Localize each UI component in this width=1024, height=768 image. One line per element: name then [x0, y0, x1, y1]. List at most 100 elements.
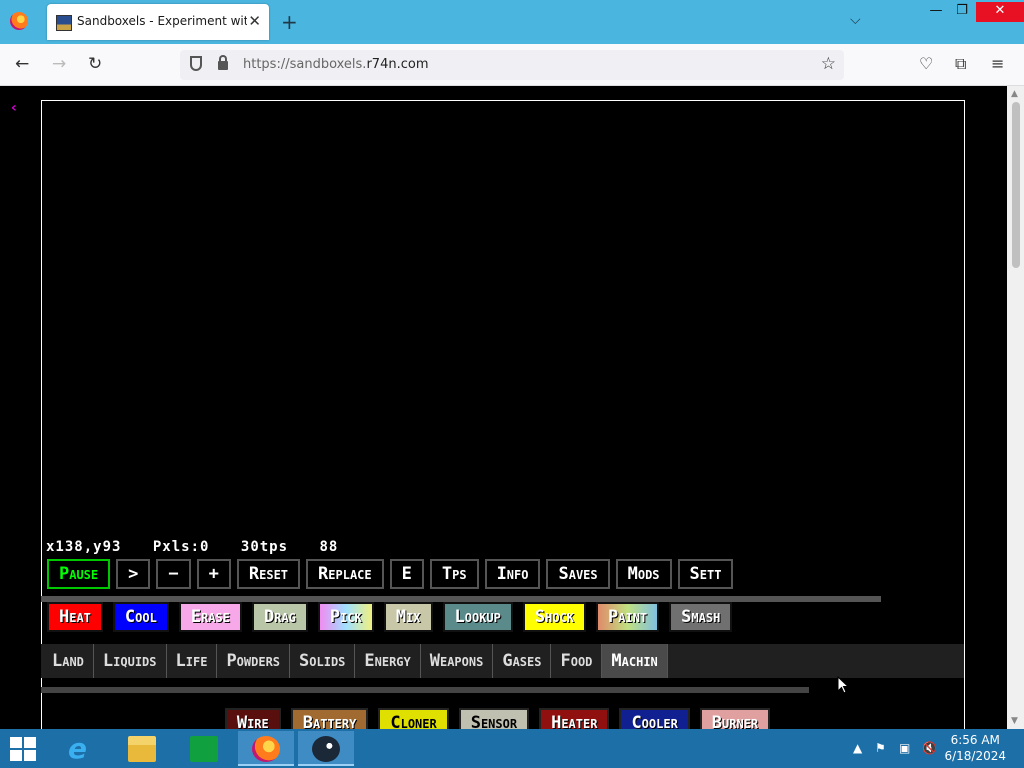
control-button-row: Pause > − + Reset Replace E Tps Info Saves Mods Set…	[41, 559, 964, 591]
paint-tool-button[interactable]: Paint	[596, 602, 660, 632]
category-tab-weapons[interactable]: Weapons	[421, 644, 494, 678]
info-button[interactable]: Info	[484, 559, 541, 589]
store-bag-icon	[190, 736, 218, 762]
category-tab-powders[interactable]: Powders	[217, 644, 291, 678]
list-tabs-chevron-icon[interactable]: ⌵	[850, 12, 861, 28]
page-back-chevron-icon[interactable]: ‹	[11, 100, 17, 116]
element-cloner-button[interactable]: Cloner	[378, 708, 449, 729]
tps-button[interactable]: Tps	[429, 559, 479, 589]
brush-size-minus-button[interactable]: −	[156, 559, 191, 589]
close-window-icon[interactable]: ✕	[976, 2, 1024, 22]
minimize-window-icon[interactable]: —	[922, 2, 950, 22]
replace-button[interactable]: Replace	[306, 559, 384, 589]
page-scrollbar-thumb[interactable]	[1012, 102, 1020, 268]
lock-icon[interactable]	[218, 55, 228, 70]
network-icon[interactable]: ▣	[899, 741, 910, 755]
clock-time: 6:56 AM	[950, 733, 1000, 747]
windows-taskbar: e ▲ ⚑ ▣ 🔇 6:56 AM 6/18/2024	[0, 729, 1024, 768]
category-tab-liquids[interactable]: Liquids	[94, 644, 167, 678]
brush-size-plus-button[interactable]: +	[196, 559, 231, 589]
restore-window-icon[interactable]: ❐	[948, 2, 976, 22]
system-clock[interactable]: 6:56 AM 6/18/2024	[944, 732, 1006, 764]
pixel-count: Pxls:0	[152, 539, 210, 555]
element-battery-button[interactable]: Battery	[290, 708, 369, 729]
steam-icon	[312, 736, 340, 762]
clock-date: 6/18/2024	[944, 749, 1006, 763]
category-tab-solids[interactable]: Solids	[290, 644, 356, 678]
shock-tool-button[interactable]: Shock	[522, 602, 587, 632]
address-bar[interactable]: https://sandboxels.r74n.com ☆	[180, 50, 844, 80]
element-buttons-row: Wire Battery Cloner Sensor Heater Cooler Burne…	[41, 708, 964, 729]
brush-info: 88	[319, 539, 339, 555]
url-text[interactable]: https://sandboxels.r74n.com	[243, 57, 428, 72]
smash-tool-button[interactable]: Smash	[669, 602, 733, 632]
reload-icon[interactable]: ↻	[88, 54, 102, 74]
site-favicon-icon	[56, 15, 72, 31]
category-scrollbar[interactable]	[41, 687, 809, 693]
element-sensor-button[interactable]: Sensor	[458, 708, 530, 729]
action-center-flag-icon[interactable]: ⚑	[875, 741, 886, 755]
firefox-icon	[252, 736, 280, 762]
tab-close-icon[interactable]: ✕	[248, 12, 261, 30]
tools-scrollbar[interactable]	[41, 596, 881, 602]
settings-button[interactable]: Sett	[677, 559, 734, 589]
category-tab-energy[interactable]: Energy	[355, 644, 421, 678]
mods-button[interactable]: Mods	[615, 559, 672, 589]
windows-start-icon[interactable]	[10, 737, 38, 761]
back-arrow-icon[interactable]: ←	[15, 54, 29, 74]
step-button[interactable]: >	[116, 559, 151, 589]
pocket-icon[interactable]: ♡	[919, 54, 933, 73]
scroll-up-arrow-icon[interactable]: ▲	[1011, 89, 1018, 99]
category-tab-land[interactable]: Land	[43, 644, 94, 678]
pick-tool-button[interactable]: Pick	[317, 602, 374, 632]
element-select-button[interactable]: E	[389, 559, 424, 589]
element-cooler-button[interactable]: Cooler	[619, 708, 690, 729]
tools-row: Heat Cool Erase Drag Pick Mix Lookup Shock Paint…	[41, 602, 964, 634]
cool-tool-button[interactable]: Cool	[112, 602, 169, 632]
game-canvas[interactable]	[41, 100, 965, 729]
element-burner-button[interactable]: Burner	[699, 708, 771, 729]
element-heater-button[interactable]: Heater	[539, 708, 610, 729]
internet-explorer-task[interactable]: e	[54, 731, 110, 766]
firefox-menu-icon[interactable]	[10, 12, 28, 30]
firefox-task[interactable]	[238, 731, 294, 766]
lookup-tool-button[interactable]: Lookup	[442, 602, 513, 632]
saves-button[interactable]: Saves	[546, 559, 610, 589]
navigation-toolbar: ← → ↻ https://sandboxels.r74n.com ☆ ♡ ⧉ …	[0, 44, 1024, 86]
heat-tool-button[interactable]: Heat	[47, 602, 103, 632]
scroll-down-arrow-icon[interactable]: ▼	[1011, 716, 1018, 726]
tracking-protection-shield-icon[interactable]	[190, 56, 202, 71]
steam-task[interactable]	[298, 731, 354, 766]
active-tab[interactable]: Sandboxels - Experiment with P ✕	[47, 4, 269, 40]
forward-arrow-icon[interactable]: →	[52, 54, 66, 74]
extensions-puzzle-icon[interactable]: ⧉	[955, 54, 966, 74]
reset-button[interactable]: Reset	[236, 559, 301, 589]
category-tabs: Land Liquids Life Powders Solids Energy Weapon…	[41, 644, 964, 678]
bookmark-star-icon[interactable]: ☆	[821, 54, 836, 74]
ticks-per-second: 30tps	[240, 539, 289, 555]
new-tab-plus-icon[interactable]: +	[281, 10, 298, 34]
volume-muted-icon[interactable]: 🔇	[922, 741, 937, 755]
game-stats-bar: x138,y93 Pxls:0 30tps 88	[46, 539, 360, 555]
tab-title: Sandboxels - Experiment with P	[77, 14, 247, 28]
store-task[interactable]	[176, 731, 232, 766]
category-tab-gases[interactable]: Gases	[493, 644, 552, 678]
category-tab-life[interactable]: Life	[167, 644, 218, 678]
category-tab-machines[interactable]: Machin	[602, 644, 668, 678]
folder-icon	[128, 736, 156, 762]
mix-tool-button[interactable]: Mix	[383, 602, 433, 632]
cursor-coordinates: x138,y93	[46, 539, 122, 555]
drag-tool-button[interactable]: Drag	[251, 602, 308, 632]
browser-tab-bar: Sandboxels - Experiment with P ✕ + ⌵ — ❐…	[0, 0, 1024, 44]
app-menu-hamburger-icon[interactable]: ≡	[991, 54, 1004, 73]
category-tab-food[interactable]: Food	[551, 644, 603, 678]
element-wire-button[interactable]: Wire	[224, 708, 281, 729]
pause-button[interactable]: Pause	[47, 559, 111, 589]
show-hidden-icons-chevron-icon[interactable]: ▲	[853, 741, 862, 755]
page-viewport: ‹ x138,y93 Pxls:0 30tps 88 Pause > − + Reset…	[0, 86, 1024, 729]
page-scrollbar[interactable]: ▲ ▼	[1007, 86, 1024, 729]
erase-tool-button[interactable]: Erase	[178, 602, 242, 632]
mouse-pointer-icon	[837, 676, 849, 694]
file-explorer-task[interactable]	[114, 731, 170, 766]
internet-explorer-icon: e	[68, 732, 87, 765]
